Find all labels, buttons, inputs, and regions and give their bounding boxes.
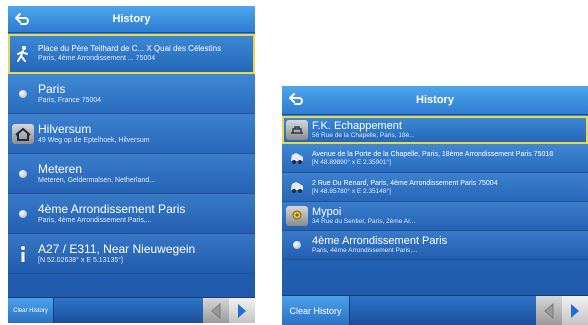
poi-icon: [286, 206, 308, 226]
title-bar: History: [282, 86, 588, 115]
title-bar: History: [8, 6, 255, 33]
item-subtitle: 56 Rue de la Chapelle, Paris, 18è...: [312, 131, 415, 139]
history-list: Place du Père Teilhard de C... X Quai de…: [8, 34, 255, 274]
history-screen-right: History F.K. Echappement 56 Rue de la Ch…: [282, 86, 588, 325]
item-subtitle: Paris, 4ème Arrondissement Paris,...: [38, 217, 152, 224]
footer-bar: Clear History: [8, 297, 255, 323]
back-arrow-icon: [15, 13, 29, 25]
item-title: Meteren: [38, 162, 83, 176]
arrow-right-icon: [238, 303, 246, 318]
history-item[interactable]: Mypoi 34 Rue du Sentier, Paris, 2ème Ar.…: [282, 202, 588, 231]
history-item[interactable]: Hilversum 49 Weg op de Eptelhoek, Hilver…: [8, 114, 255, 154]
prev-page-button[interactable]: [536, 296, 562, 325]
back-arrow-icon: [289, 93, 303, 105]
clear-history-button[interactable]: Clear History: [8, 298, 54, 323]
item-title: Avenue de la Porte de la Chapelle, Paris…: [312, 150, 554, 158]
history-item[interactable]: Meteren Meteren, Geldermalsen, Netherlan…: [8, 154, 255, 194]
item-title: Paris: [38, 82, 66, 96]
item-title: A27 / E311, Near Nieuwegein: [38, 242, 196, 256]
back-button[interactable]: [286, 89, 306, 109]
item-title: 2 Rue Du Renard, Paris, 4ème Arrondissem…: [312, 179, 498, 187]
walking-person-icon: [17, 45, 28, 62]
history-list: F.K. Echappement 56 Rue de la Chapelle, …: [282, 116, 588, 260]
item-subtitle: Paris, 4ème Arrondissement Paris,...: [312, 247, 418, 254]
history-screen-left: History Place du Père Teilhard de C... X…: [8, 6, 255, 323]
pagination: [203, 298, 255, 323]
history-item[interactable]: F.K. Echappement 56 Rue de la Chapelle, …: [282, 116, 588, 144]
item-subtitle: Paris, 4ème Arrondissement ... 75004: [38, 55, 156, 62]
next-page-button[interactable]: [229, 298, 255, 323]
item-subtitle: Paris, France 75004: [38, 97, 102, 104]
info-icon: [21, 245, 25, 262]
history-item[interactable]: Avenue de la Porte de la Chapelle, Paris…: [282, 144, 588, 173]
item-title: 4ème Arrondissement Paris: [312, 235, 448, 247]
item-title: Place du Père Teilhard de C... X Quai de…: [38, 44, 222, 53]
item-title: 4ème Arrondissement Paris: [38, 202, 186, 216]
history-item[interactable]: Place du Père Teilhard de C... X Quai de…: [8, 34, 255, 74]
car-icon: [291, 182, 303, 193]
clear-history-button[interactable]: Clear History: [282, 296, 350, 325]
page-title: History: [112, 13, 151, 25]
item-subtitle: [N 48.85780° x E 2.35148°]: [312, 187, 391, 195]
footer-bar: Clear History: [282, 295, 588, 325]
dot-icon: [19, 209, 27, 218]
item-title: Hilversum: [38, 122, 92, 136]
item-title: F.K. Echappement: [312, 119, 402, 132]
prev-page-button[interactable]: [203, 298, 229, 323]
item-title: Mypoi: [312, 206, 342, 218]
arrow-left-icon: [544, 302, 554, 319]
page-title: History: [416, 94, 454, 106]
back-button[interactable]: [12, 9, 32, 29]
item-subtitle: Meteren, Geldermalsen, Netherland...: [38, 177, 156, 184]
item-subtitle: 49 Weg op de Eptelhoek, Hilversum: [38, 137, 150, 144]
garage-icon: [286, 119, 308, 140]
pagination: [536, 296, 588, 325]
history-item[interactable]: Paris Paris, France 75004: [8, 74, 255, 114]
item-subtitle: 34 Rue du Sentier, Paris, 2ème Ar...: [312, 218, 416, 225]
history-item[interactable]: A27 / E311, Near Nieuwegein [N 52.02638°…: [8, 234, 255, 274]
item-subtitle: [N 48.89890° x E 2.35901°]: [312, 158, 391, 166]
dot-icon: [19, 169, 27, 178]
arrow-left-icon: [211, 302, 221, 319]
home-icon: [12, 123, 34, 144]
history-item[interactable]: 4ème Arrondissement Paris Paris, 4ème Ar…: [8, 194, 255, 234]
history-item[interactable]: 2 Rue Du Renard, Paris, 4ème Arrondissem…: [282, 173, 588, 202]
next-page-button[interactable]: [562, 296, 588, 325]
dot-icon: [19, 89, 27, 98]
item-subtitle: [N 52.02638° x E 5.13135°]: [38, 257, 123, 264]
arrow-right-icon: [571, 303, 579, 318]
car-icon: [291, 153, 303, 164]
dot-icon: [293, 241, 301, 249]
history-item[interactable]: 4ème Arrondissement Paris Paris, 4ème Ar…: [282, 231, 588, 260]
